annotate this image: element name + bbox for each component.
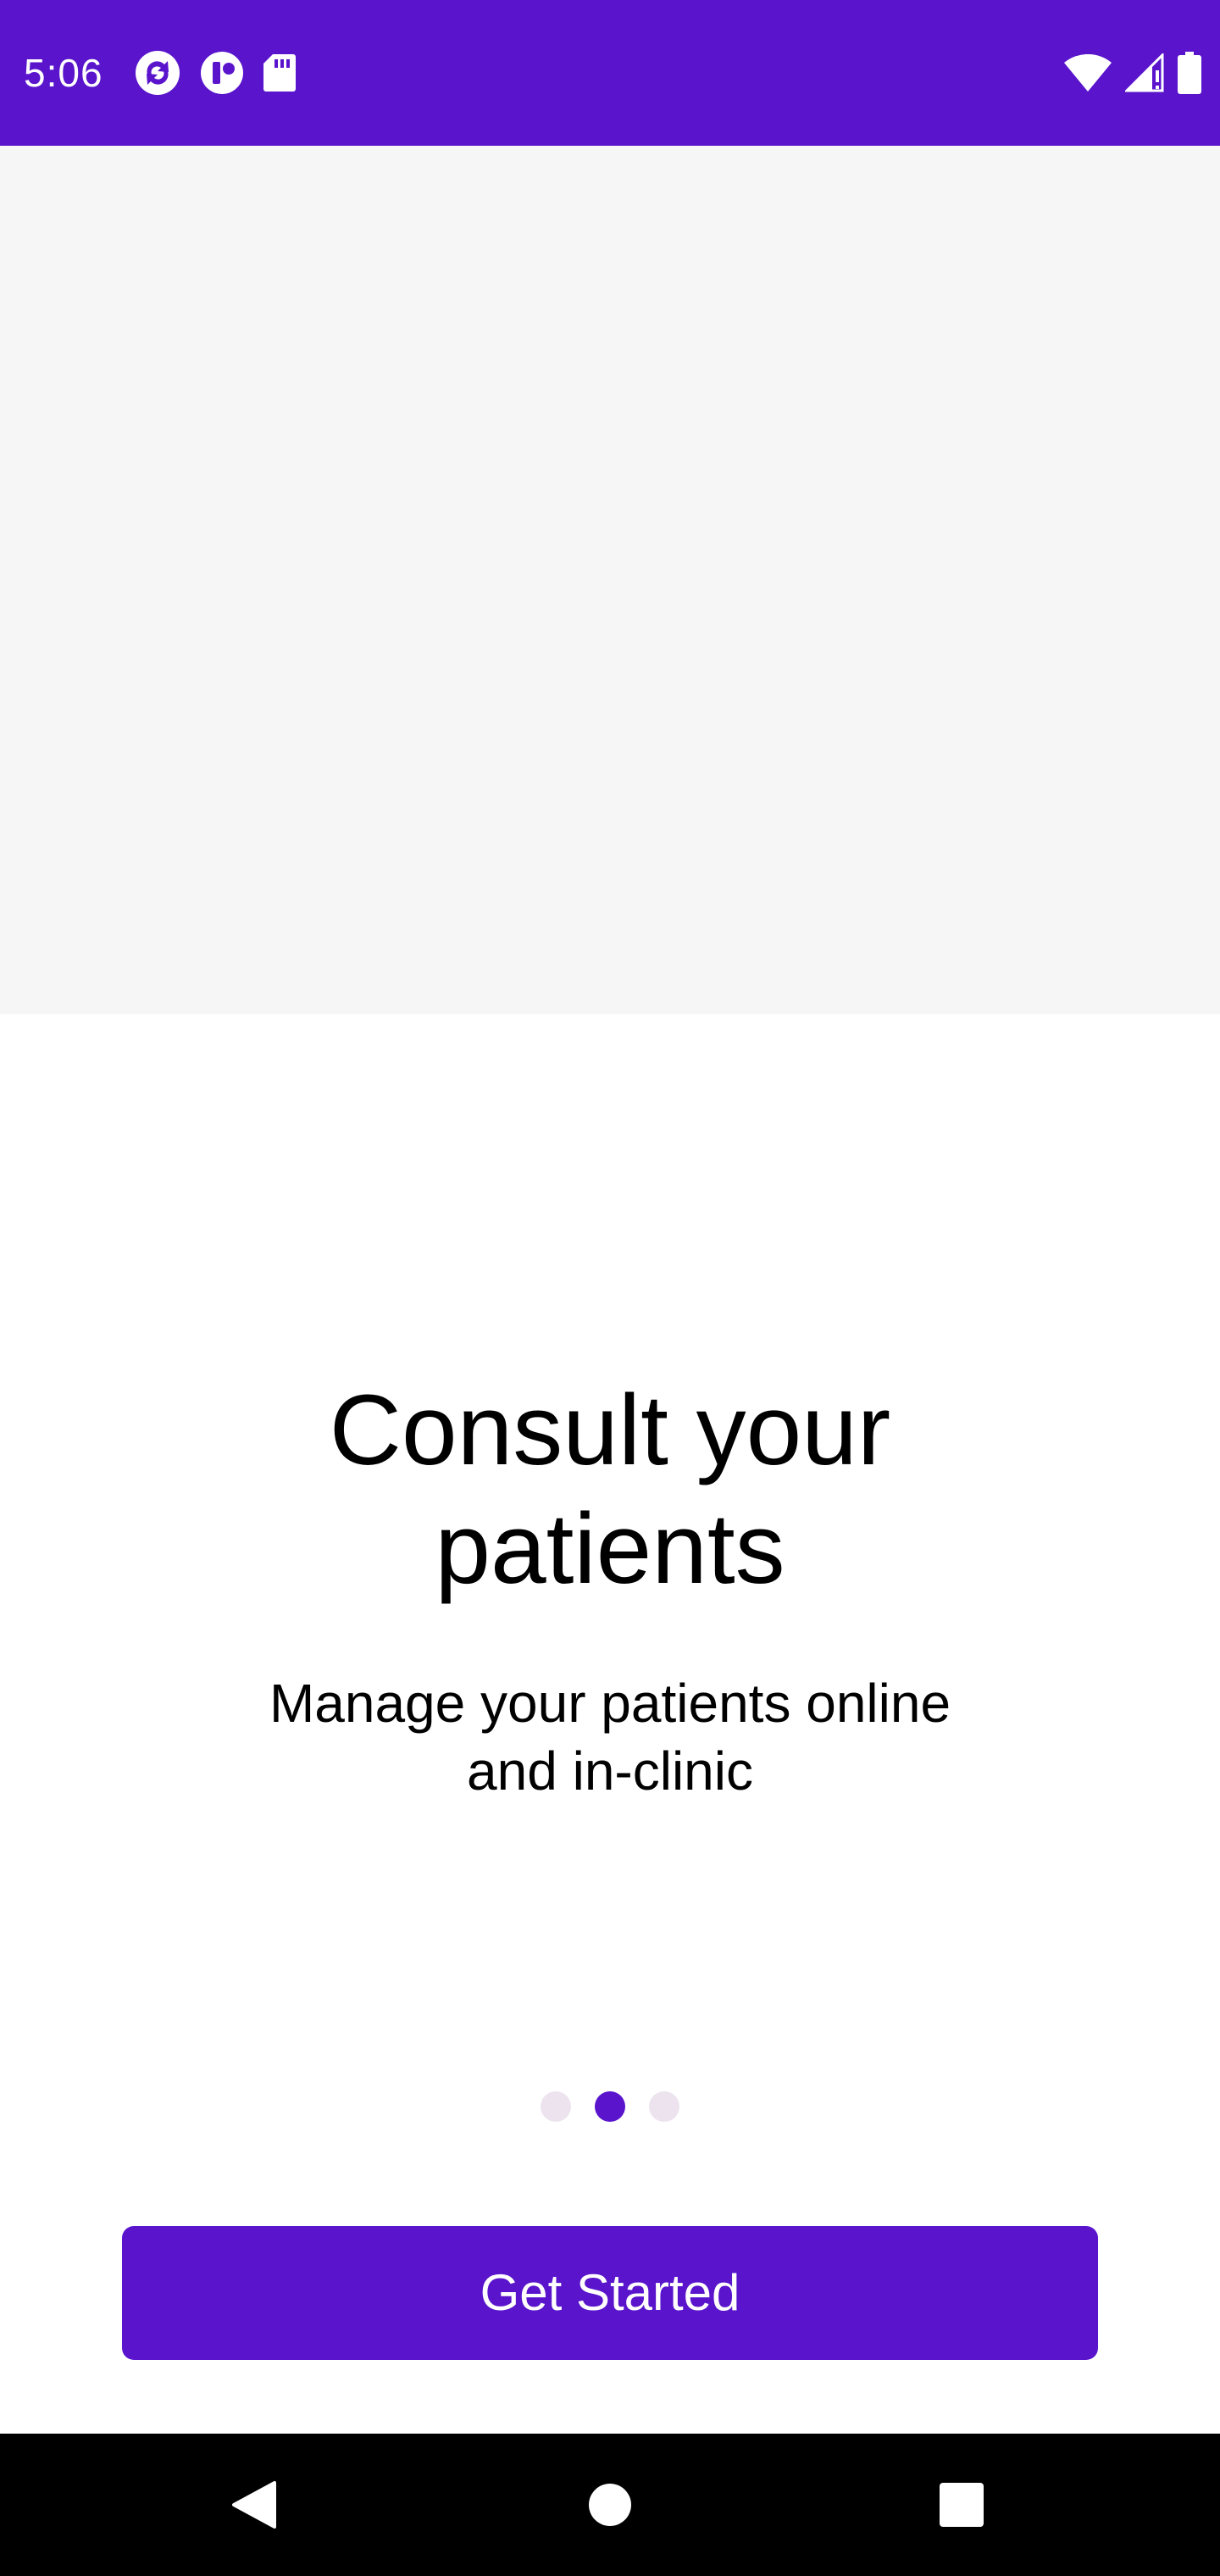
notification-icons bbox=[134, 49, 297, 97]
onboarding-illustration bbox=[0, 146, 1220, 1014]
page-dot-2-active[interactable] bbox=[595, 2091, 625, 2122]
recents-button[interactable] bbox=[877, 2434, 1046, 2576]
headline-line-1: Consult your bbox=[329, 1374, 891, 1486]
back-icon bbox=[232, 2481, 276, 2529]
back-button[interactable] bbox=[169, 2434, 339, 2576]
onboarding-subtitle: Manage your patients online and in-clini… bbox=[0, 1669, 1220, 1805]
navigation-bar bbox=[0, 2434, 1220, 2576]
onboarding-headline: Consult your patients bbox=[0, 1371, 1220, 1608]
system-icons bbox=[1064, 49, 1201, 97]
status-bar: 5:06 bbox=[0, 0, 1220, 146]
sync-app-icon bbox=[134, 49, 181, 97]
subtitle-line-1: Manage your patients online bbox=[269, 1673, 951, 1734]
subtitle-line-2: and in-clinic bbox=[467, 1740, 753, 1802]
app-badge-icon bbox=[200, 51, 244, 95]
wifi-icon bbox=[1064, 54, 1112, 92]
recents-icon bbox=[940, 2483, 984, 2527]
sd-card-icon bbox=[263, 53, 297, 93]
page-dot-3[interactable] bbox=[649, 2091, 679, 2122]
status-time: 5:06 bbox=[24, 51, 103, 95]
headline-line-2: patients bbox=[435, 1493, 785, 1605]
battery-icon bbox=[1178, 52, 1201, 94]
page-dot-1[interactable] bbox=[541, 2091, 571, 2122]
signal-icon bbox=[1125, 53, 1164, 92]
get-started-button[interactable]: Get Started bbox=[122, 2226, 1098, 2360]
page-indicator bbox=[0, 2091, 1220, 2122]
home-button[interactable] bbox=[525, 2434, 695, 2576]
home-icon bbox=[589, 2484, 631, 2526]
